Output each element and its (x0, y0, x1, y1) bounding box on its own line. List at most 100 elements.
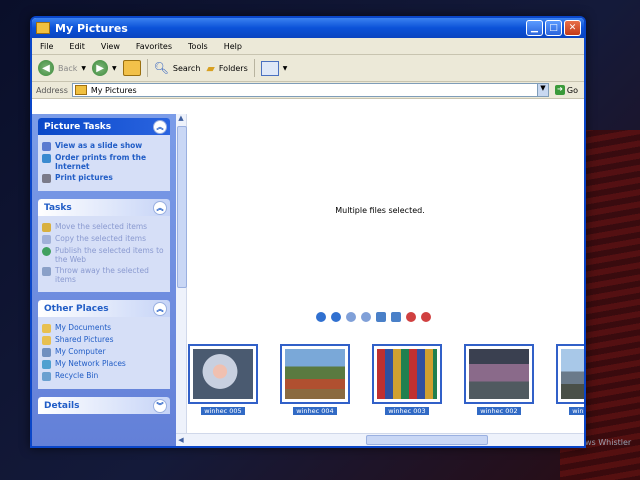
forward-arrow-icon: ▶ (92, 60, 109, 76)
folder-icon (42, 324, 51, 333)
thumbnail-label: winhec 004 (293, 407, 337, 415)
thumbnail-frame[interactable] (280, 344, 350, 404)
previous-image-icon[interactable] (316, 312, 326, 322)
my-pictures-icon (74, 85, 87, 95)
explorer-window: My Pictures ▁ □ ✕ File Edit View Favorit… (30, 16, 586, 448)
search-label: Search (172, 63, 201, 73)
thumbnail-frame[interactable] (188, 344, 258, 404)
expand-chevron-icon[interactable]: ︾ (153, 398, 167, 413)
horizontal-scrollbar[interactable]: ◀ (176, 433, 584, 446)
task-move[interactable]: Move the selected items (42, 222, 166, 232)
scroll-up-icon[interactable]: ▲ (176, 114, 186, 124)
views-button[interactable]: ▼ (260, 60, 288, 76)
thumbnail-frame[interactable] (372, 344, 442, 404)
search-button[interactable]: 🔍︎ Search (154, 61, 201, 75)
task-order-prints[interactable]: Order prints from the Internet (42, 153, 166, 171)
network-icon (42, 360, 51, 369)
thumbnail-frame[interactable] (556, 344, 584, 404)
place-my-documents[interactable]: My Documents (42, 323, 166, 333)
forward-button[interactable]: ▶ ▼ (92, 60, 117, 76)
best-fit-icon[interactable] (376, 312, 386, 322)
menu-view[interactable]: View (93, 42, 128, 51)
task-print-pictures[interactable]: Print pictures (42, 173, 166, 183)
picture-tasks-title: Picture Tasks (44, 121, 112, 132)
next-image-icon[interactable] (331, 312, 341, 322)
rotate-clockwise-icon[interactable] (406, 312, 416, 322)
slideshow-icon (42, 142, 51, 151)
place-recycle-bin[interactable]: Recycle Bin (42, 371, 166, 381)
place-my-computer[interactable]: My Computer (42, 347, 166, 357)
go-button[interactable]: ➜ Go (549, 85, 584, 95)
close-button[interactable]: ✕ (564, 20, 581, 36)
zoom-in-icon[interactable] (346, 312, 356, 322)
menu-file[interactable]: File (32, 42, 61, 51)
views-dropdown-icon: ▼ (282, 64, 288, 72)
folder-icon (42, 336, 51, 345)
details-header[interactable]: Details ︾ (38, 397, 170, 414)
explorer-body: Picture Tasks ︽ View as a slide show Ord… (32, 114, 584, 446)
filmstrip: winhec 005 winhec 004 winhec 003 winhec … (186, 344, 584, 416)
thumbnail-label: winhec 003 (385, 407, 429, 415)
collapse-chevron-icon[interactable]: ︽ (153, 119, 167, 134)
collapse-chevron-icon[interactable]: ︽ (153, 301, 167, 316)
other-places-panel: Other Places ︽ My Documents Shared Pictu… (38, 300, 170, 389)
scroll-thumb[interactable] (366, 435, 488, 445)
up-folder-icon[interactable] (122, 60, 141, 76)
thumbnail-frame[interactable] (464, 344, 534, 404)
thumbnail-image (285, 349, 345, 399)
thumbnail-image (377, 349, 437, 399)
thumbnail-item[interactable]: winhec 004 (280, 344, 350, 416)
thumbnail-item[interactable]: winhec 002 (464, 344, 534, 416)
thumbnail-item[interactable]: winhec 001 (556, 344, 584, 416)
other-places-title: Other Places (44, 303, 109, 314)
back-label: Back (58, 63, 78, 73)
go-arrow-icon: ➜ (554, 85, 565, 95)
scroll-left-icon[interactable]: ◀ (176, 436, 186, 444)
printer-icon (42, 174, 51, 183)
move-icon (42, 223, 51, 232)
address-label: Address (36, 85, 68, 95)
place-shared-pictures[interactable]: Shared Pictures (42, 335, 166, 345)
forward-dropdown-icon[interactable]: ▼ (112, 65, 117, 72)
search-icon: 🔍︎ (153, 61, 169, 75)
collapse-chevron-icon[interactable]: ︽ (153, 200, 167, 215)
menu-help[interactable]: Help (216, 42, 250, 51)
thumbnail-item[interactable]: winhec 005 (188, 344, 258, 416)
rotate-counterclockwise-icon[interactable] (421, 312, 431, 322)
tasks-panel: Tasks ︽ Move the selected items Copy the… (38, 199, 170, 292)
order-prints-icon (42, 154, 51, 163)
computer-icon (42, 348, 51, 357)
copy-icon (42, 235, 51, 244)
tasks-title: Tasks (44, 202, 72, 213)
task-slide-show[interactable]: View as a slide show (42, 141, 166, 151)
details-title: Details (44, 400, 80, 411)
preview-message: Multiple files selected. (335, 206, 425, 215)
menu-edit[interactable]: Edit (61, 42, 93, 51)
minimize-button[interactable]: ▁ (526, 20, 543, 36)
task-copy[interactable]: Copy the selected items (42, 234, 166, 244)
address-input[interactable]: My Pictures ▼ (71, 83, 549, 97)
menu-tools[interactable]: Tools (180, 42, 216, 51)
thumbnail-item[interactable]: winhec 003 (372, 344, 442, 416)
title-bar[interactable]: My Pictures ▁ □ ✕ (32, 18, 584, 38)
menu-favorites[interactable]: Favorites (128, 42, 180, 51)
back-dropdown-icon[interactable]: ▼ (81, 65, 86, 72)
maximize-button[interactable]: □ (545, 20, 562, 36)
address-dropdown-icon[interactable]: ▼ (536, 84, 548, 96)
actual-size-icon[interactable] (391, 312, 401, 322)
window-title: My Pictures (55, 21, 128, 35)
folders-label: Folders (218, 63, 248, 73)
place-my-network-places[interactable]: My Network Places (42, 359, 166, 369)
folders-button[interactable]: ▰ Folders (206, 62, 247, 75)
thumbnail-image (193, 349, 253, 399)
back-button[interactable]: ◀ Back ▼ (38, 60, 86, 76)
back-arrow-icon: ◀ (38, 60, 54, 76)
task-publish[interactable]: Publish the selected items to the Web (42, 246, 166, 264)
picture-tasks-header[interactable]: Picture Tasks ︽ (38, 118, 170, 135)
other-places-header[interactable]: Other Places ︽ (38, 300, 170, 317)
toolbar: ◀ Back ▼ ▶ ▼ 🔍︎ Search ▰ Folders ▼ (32, 55, 584, 82)
task-throw-away[interactable]: Throw away the selected items (42, 266, 166, 284)
tasks-header[interactable]: Tasks ︽ (38, 199, 170, 216)
zoom-out-icon[interactable] (361, 312, 371, 322)
globe-icon (42, 247, 51, 256)
